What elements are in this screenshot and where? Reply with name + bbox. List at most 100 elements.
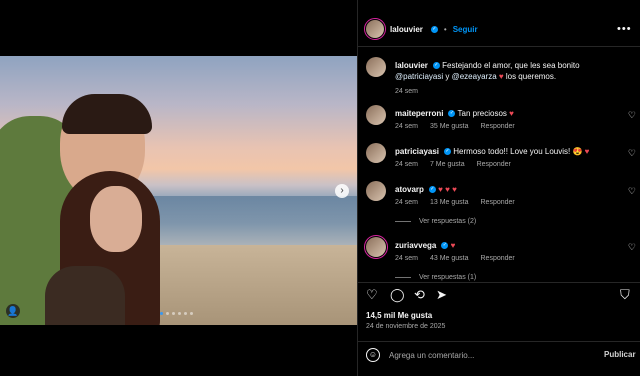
comment-composer: ☺ Publicar (358, 341, 640, 376)
send-icon[interactable]: ➤ (436, 287, 447, 303)
heart-emoji: ♥ (498, 72, 504, 81)
comment-text: Hermoso todo!! Love you Louvis! (453, 147, 571, 156)
comment-item: maiteperroni ✓ Tan preciosos ♥ 24 sem 35 … (366, 105, 636, 137)
comment-meta: 24 sem 43 Me gusta Responder (395, 255, 515, 262)
verified-icon: ✓ (430, 25, 438, 33)
more-options-icon[interactable]: ••• (617, 23, 632, 35)
heart-icon[interactable]: ♡ (628, 186, 636, 197)
mention-link[interactable]: @ezeayarza (452, 72, 497, 81)
verified-icon: ✓ (441, 242, 449, 250)
header-divider (358, 46, 640, 47)
comment-item: zuriavvega ✓ ♥ 24 sem 43 Me gusta Respond… (364, 235, 636, 282)
heart-icon[interactable]: ♡ (628, 110, 636, 121)
comment-time[interactable]: 24 sem (395, 255, 418, 262)
carousel-dot (160, 312, 163, 315)
caption-text-after: los queremos. (505, 72, 557, 81)
comment-text: Tan preciosos (457, 109, 507, 118)
view-replies-label[interactable]: Ver respuestas (1) (419, 274, 476, 281)
view-replies[interactable]: Ver respuestas (1) (395, 274, 476, 281)
verified-icon: ✓ (428, 186, 436, 194)
share-icon[interactable]: ⟲ (414, 287, 425, 303)
verified-icon: ✓ (444, 148, 452, 156)
commenter-avatar[interactable] (366, 143, 386, 163)
comment-likes[interactable]: 7 Me gusta (430, 161, 465, 168)
heart-icon[interactable]: ♡ (366, 287, 378, 303)
reply-button[interactable]: Responder (481, 199, 515, 206)
comment-meta: 24 sem 35 Me gusta Responder (395, 123, 515, 130)
photo-man-hair (62, 94, 152, 134)
verified-icon: ✓ (448, 110, 456, 118)
caption: lalouvier ✓ Festejando el amor, que les s… (366, 57, 636, 99)
post-date: 24 de noviembre de 2025 (366, 323, 446, 330)
emoji-icon[interactable]: ☺ (366, 348, 380, 362)
caption-time[interactable]: 24 sem (395, 88, 418, 95)
likes-count[interactable]: 14,5 mil Me gusta (366, 311, 432, 320)
comment-meta: 24 sem 7 Me gusta Responder (395, 161, 511, 168)
comment-username[interactable]: atovarp (395, 185, 424, 194)
reply-button[interactable]: Responder (481, 255, 515, 262)
verified-icon: ✓ (432, 62, 440, 70)
reply-button[interactable]: Responder (477, 161, 511, 168)
replies-line (395, 277, 411, 278)
comment-item: atovarp ✓ ♥ ♥ ♥ 24 sem 13 Me gusta Respon… (366, 181, 636, 231)
comment-likes[interactable]: 35 Me gusta (430, 123, 469, 130)
comment-body: patriciayasi ✓ Hermoso todo!! Love you Lo… (395, 146, 615, 157)
media-pane: › 👤 (0, 0, 357, 376)
comment-icon[interactable]: ◯ (390, 287, 405, 303)
comment-username[interactable]: zuriavvega (395, 241, 436, 250)
commenter-avatar[interactable] (364, 235, 388, 259)
comment-emoji: ♥ (509, 109, 514, 118)
actions-divider (358, 282, 640, 283)
comment-username[interactable]: maiteperroni (395, 109, 443, 118)
caption-and: y (445, 72, 450, 81)
view-replies-label[interactable]: Ver respuestas (2) (419, 218, 476, 225)
caption-avatar[interactable] (366, 57, 386, 77)
heart-icon[interactable]: ♡ (628, 148, 636, 159)
post-photo[interactable] (0, 56, 357, 325)
carousel-next-icon[interactable]: › (335, 184, 349, 198)
action-bar: ♡ ◯ ⟲ ➤ ⛉ (366, 287, 636, 305)
comment-emoji: ♥ (450, 241, 456, 250)
comment-item: patriciayasi ✓ Hermoso todo!! Love you Lo… (366, 143, 636, 175)
follow-button[interactable]: Seguir (453, 25, 478, 34)
tagged-users-icon[interactable]: 👤 (6, 304, 20, 318)
comment-likes[interactable]: 43 Me gusta (430, 255, 469, 262)
comments-list[interactable]: lalouvier ✓ Festejando el amor, que les s… (358, 52, 640, 282)
carousel-dot (184, 312, 187, 315)
comment-username[interactable]: patriciayasi (395, 147, 439, 156)
comment-input[interactable] (389, 347, 589, 363)
commenter-avatar[interactable] (366, 181, 386, 201)
carousel-dot (172, 312, 175, 315)
comment-likes[interactable]: 13 Me gusta (430, 199, 469, 206)
comment-body: zuriavvega ✓ ♥ (395, 240, 615, 251)
post-header: lalouvier ✓ • Seguir (364, 18, 478, 40)
heart-icon[interactable]: ♡ (628, 242, 636, 253)
comment-body: maiteperroni ✓ Tan preciosos ♥ (395, 108, 615, 119)
view-replies[interactable]: Ver respuestas (2) (395, 218, 476, 225)
carousel-dot (178, 312, 181, 315)
author-username[interactable]: lalouvier (390, 25, 423, 34)
caption-username[interactable]: lalouvier (395, 61, 428, 70)
carousel-dot (166, 312, 169, 315)
publish-button[interactable]: Publicar (604, 350, 636, 359)
carousel-dot (190, 312, 193, 315)
comment-emoji: ♥ ♥ ♥ (438, 185, 457, 194)
author-avatar[interactable] (364, 18, 386, 40)
mention-link[interactable]: @patriciayasi (395, 72, 443, 81)
comment-time[interactable]: 24 sem (395, 161, 418, 168)
comment-time[interactable]: 24 sem (395, 199, 418, 206)
commenter-avatar[interactable] (366, 105, 386, 125)
carousel-dots (160, 312, 193, 315)
caption-meta: 24 sem (395, 88, 418, 95)
reply-button[interactable]: Responder (481, 123, 515, 130)
photo-woman-dress (45, 266, 125, 325)
comment-time[interactable]: 24 sem (395, 123, 418, 130)
caption-text-before: Festejando el amor, que les sea bonito (442, 61, 580, 70)
photo-woman-face (90, 186, 142, 252)
post-side-panel: lalouvier ✓ • Seguir ••• lalouvier ✓ Fest… (357, 0, 640, 376)
caption-text: lalouvier ✓ Festejando el amor, que les s… (395, 60, 615, 82)
separator-dot: • (443, 24, 447, 34)
replies-line (395, 221, 411, 222)
comment-emoji: 😍 ♥ (572, 147, 590, 156)
bookmark-icon[interactable]: ⛉ (620, 287, 630, 303)
